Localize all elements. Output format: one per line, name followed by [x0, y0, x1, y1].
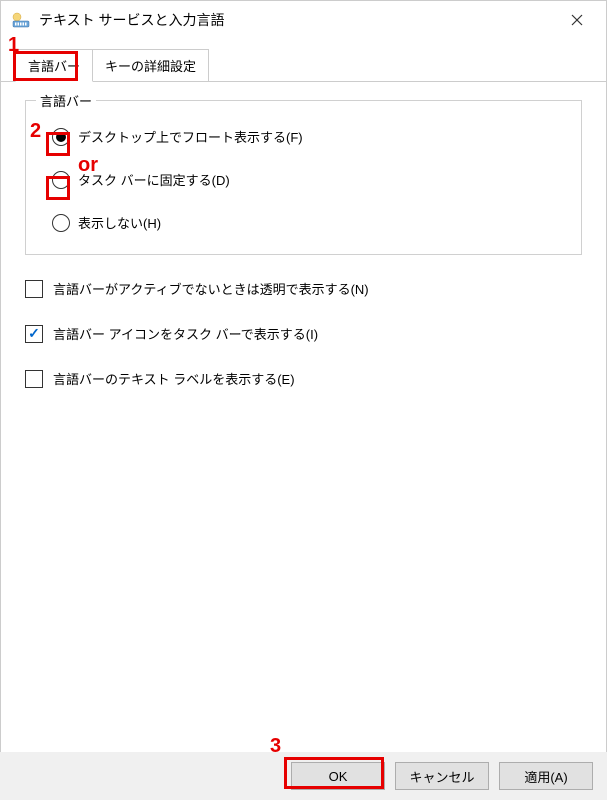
checkbox-show-icon-in-taskbar[interactable]: [25, 325, 43, 343]
display-location-radiogroup: デスクトップ上でフロート表示する(F) タスク バーに固定する(D) 表示しない…: [42, 113, 565, 232]
fieldset-legend: 言語バー: [36, 91, 96, 110]
tab-language-bar[interactable]: 言語バー: [15, 49, 93, 82]
checkbox-row-transparent[interactable]: 言語バーがアクティブでないときは透明で表示する(N): [25, 279, 582, 298]
checkbox-show-text-labels[interactable]: [25, 370, 43, 388]
checkbox-label-text-labels: 言語バーのテキスト ラベルを表示する(E): [53, 369, 295, 388]
checkbox-label-transparent: 言語バーがアクティブでないときは透明で表示する(N): [53, 279, 369, 298]
radio-row-dock[interactable]: タスク バーに固定する(D): [46, 170, 561, 189]
app-icon: [11, 12, 31, 28]
checkbox-row-show-icon[interactable]: 言語バー アイコンをタスク バーで表示する(I): [25, 324, 582, 343]
tab-content: 言語バー デスクトップ上でフロート表示する(F) タスク バーに固定する(D) …: [1, 82, 606, 752]
checkbox-label-show-icon: 言語バー アイコンをタスク バーで表示する(I): [53, 324, 318, 343]
checkbox-row-text-labels[interactable]: 言語バーのテキスト ラベルを表示する(E): [25, 369, 582, 388]
language-bar-fieldset: 言語バー デスクトップ上でフロート表示する(F) タスク バーに固定する(D) …: [25, 100, 582, 255]
apply-button[interactable]: 適用(A): [499, 762, 593, 790]
ok-button[interactable]: OK: [291, 762, 385, 790]
tab-advanced-key-settings[interactable]: キーの詳細設定: [92, 49, 209, 81]
radio-row-float[interactable]: デスクトップ上でフロート表示する(F): [46, 127, 561, 146]
window-title: テキスト サービスと入力言語: [39, 10, 554, 30]
checkbox-transparent-when-inactive[interactable]: [25, 280, 43, 298]
close-button[interactable]: [554, 5, 600, 35]
tab-strip: 言語バー キーの詳細設定: [1, 49, 606, 82]
radio-hidden[interactable]: [52, 214, 70, 232]
text-services-dialog: テキスト サービスと入力言語 言語バー キーの詳細設定 言語バー デスクトップ上…: [0, 0, 607, 800]
cancel-button[interactable]: キャンセル: [395, 762, 489, 790]
radio-label-hidden: 表示しない(H): [78, 213, 161, 232]
radio-dock-in-taskbar[interactable]: [52, 171, 70, 189]
close-icon: [571, 14, 583, 26]
radio-row-hidden[interactable]: 表示しない(H): [46, 213, 561, 232]
radio-float-on-desktop[interactable]: [52, 128, 70, 146]
radio-label-float: デスクトップ上でフロート表示する(F): [78, 127, 303, 146]
radio-label-dock: タスク バーに固定する(D): [78, 170, 230, 189]
dialog-button-bar: OK キャンセル 適用(A): [0, 752, 607, 800]
titlebar: テキスト サービスと入力言語: [1, 1, 606, 39]
